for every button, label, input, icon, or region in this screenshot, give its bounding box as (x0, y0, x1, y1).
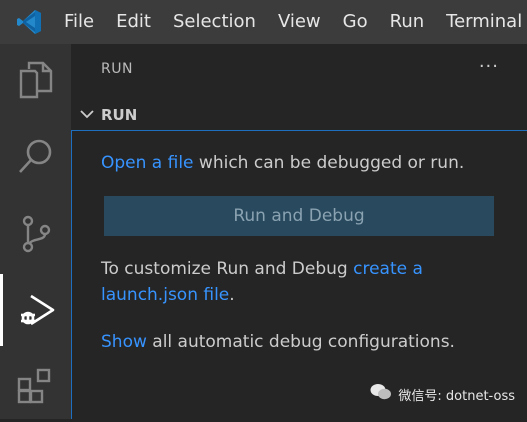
watermark-text: 微信号: dotnet-oss (398, 388, 515, 404)
view-title: RUN (101, 61, 133, 77)
menu-terminal[interactable]: Terminal (435, 0, 527, 44)
chevron-down-icon (79, 106, 95, 126)
create-launch-link-part2[interactable]: launch.json file (101, 285, 229, 305)
open-file-text: Open a file which can be debugged or run… (101, 150, 501, 176)
run-debug-icon[interactable] (0, 274, 71, 346)
run-and-debug-button[interactable]: Run and Debug (104, 196, 494, 236)
menu-file[interactable]: File (58, 0, 105, 44)
create-launch-link-part1[interactable]: create a (353, 259, 423, 279)
customize-text: To customize Run and Debug create a launc… (101, 256, 501, 308)
menu-edit[interactable]: Edit (105, 0, 162, 44)
menu-go[interactable]: Go (332, 0, 379, 44)
vscode-logo-icon (0, 0, 58, 44)
watermark: 微信号: dotnet-oss (370, 383, 515, 405)
section-title: RUN (101, 106, 138, 124)
customize-prefix: To customize Run and Debug (101, 259, 354, 279)
extensions-icon[interactable] (0, 350, 71, 422)
activity-bar (0, 44, 71, 419)
source-control-icon[interactable] (0, 198, 71, 270)
show-description: all automatic debug configurations. (146, 332, 455, 352)
explorer-icon[interactable] (0, 44, 71, 116)
run-sidebar: RUN ··· RUN Open a file which can be deb… (71, 44, 527, 419)
focus-border-top (71, 130, 527, 131)
show-link[interactable]: Show (101, 332, 147, 352)
customize-suffix: . (229, 285, 235, 305)
open-file-description: which can be debugged or run. (193, 153, 465, 173)
search-icon[interactable] (0, 120, 71, 192)
menu-bar: File Edit Selection View Go Run Terminal (58, 0, 527, 44)
show-configs-text: Show all automatic debug configurations. (101, 329, 501, 355)
wechat-icon (370, 383, 392, 405)
section-header-run[interactable]: RUN (71, 101, 527, 129)
menu-run[interactable]: Run (379, 0, 436, 44)
more-actions-icon[interactable]: ··· (479, 56, 499, 77)
title-bar: File Edit Selection View Go Run Terminal (0, 0, 527, 44)
menu-selection[interactable]: Selection (162, 0, 267, 44)
focus-border-left (71, 130, 72, 419)
open-file-link[interactable]: Open a file (101, 153, 194, 173)
menu-view[interactable]: View (267, 0, 332, 44)
